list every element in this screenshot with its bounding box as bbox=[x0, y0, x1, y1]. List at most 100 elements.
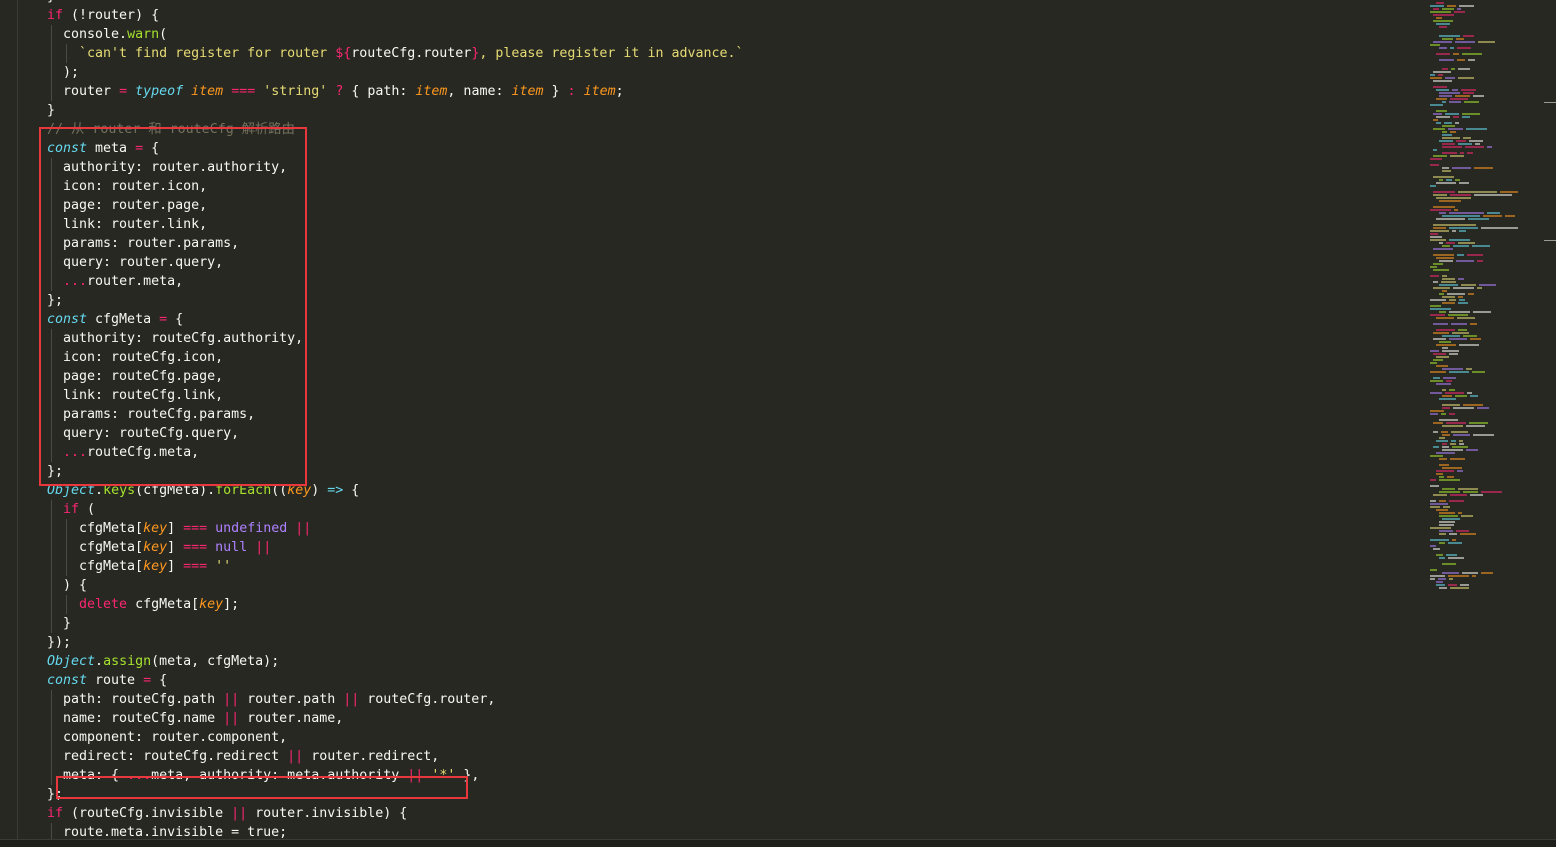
code-line[interactable]: icon: routeCfg.icon, bbox=[0, 348, 1415, 367]
minimap-stroke bbox=[1433, 359, 1443, 361]
code-line[interactable]: if ( bbox=[0, 500, 1415, 519]
code-line[interactable]: page: router.page, bbox=[0, 196, 1415, 215]
minimap-stroke bbox=[1439, 179, 1443, 181]
code-line[interactable]: params: routeCfg.params, bbox=[0, 405, 1415, 424]
minimap-stroke bbox=[1456, 140, 1466, 142]
code-token: cfgMeta[ bbox=[127, 597, 200, 612]
minimap-stroke bbox=[1436, 452, 1455, 454]
minimap-stroke bbox=[1439, 341, 1451, 343]
code-line[interactable]: cfgMeta[key] === null || bbox=[0, 538, 1415, 557]
code-token: (( bbox=[271, 483, 288, 498]
minimap-stroke bbox=[1455, 395, 1467, 397]
code-line[interactable]: meta: { ...meta, authority: meta.authori… bbox=[0, 766, 1415, 785]
code-line[interactable]: page: routeCfg.page, bbox=[0, 367, 1415, 386]
code-token: '*' bbox=[431, 768, 456, 783]
code-line[interactable]: name: routeCfg.name || router.name, bbox=[0, 709, 1415, 728]
code-token: router.name, bbox=[239, 711, 344, 726]
minimap-stroke bbox=[1436, 257, 1454, 259]
minimap-stroke bbox=[1442, 572, 1459, 574]
minimap[interactable] bbox=[1420, 0, 1544, 847]
code-token: || bbox=[407, 768, 424, 783]
code-editor[interactable]: } if (!router) { console.warn( `can't fin… bbox=[0, 0, 1556, 847]
minimap-stroke bbox=[1442, 467, 1462, 469]
code-line[interactable]: path: routeCfg.path || router.path || ro… bbox=[0, 690, 1415, 709]
code-line[interactable]: query: routeCfg.query, bbox=[0, 424, 1415, 443]
minimap-stroke bbox=[1430, 44, 1440, 46]
code-line[interactable]: redirect: routeCfg.redirect || router.re… bbox=[0, 747, 1415, 766]
minimap-stroke bbox=[1433, 86, 1447, 88]
code-token: : bbox=[567, 84, 576, 99]
minimap-stroke bbox=[1436, 329, 1455, 331]
minimap-stroke bbox=[1430, 575, 1445, 577]
code-line[interactable]: // 从 router 和 routeCfg 解析路由 bbox=[0, 120, 1415, 139]
vertical-scrollbar[interactable] bbox=[1544, 0, 1556, 840]
code-line[interactable]: delete cfgMeta[key]; bbox=[0, 595, 1415, 614]
code-line[interactable]: params: router.params, bbox=[0, 234, 1415, 253]
minimap-stroke bbox=[1474, 167, 1493, 169]
indent-guide bbox=[51, 424, 52, 443]
code-line[interactable]: if (!router) { bbox=[0, 6, 1415, 25]
code-line[interactable]: authority: router.authority, bbox=[0, 158, 1415, 177]
code-token: link: router.link, bbox=[47, 217, 208, 232]
code-line[interactable]: console.warn( bbox=[0, 25, 1415, 44]
minimap-stroke bbox=[1436, 23, 1450, 25]
code-token: === bbox=[183, 521, 208, 536]
code-token: router.meta, bbox=[87, 274, 184, 289]
minimap-stroke bbox=[1466, 368, 1472, 370]
code-line[interactable]: }); bbox=[0, 633, 1415, 652]
minimap-stroke bbox=[1452, 167, 1471, 169]
code-token: query: routeCfg.query, bbox=[47, 426, 240, 441]
minimap-stroke bbox=[1457, 8, 1461, 10]
code-line[interactable]: link: router.link, bbox=[0, 215, 1415, 234]
code-line[interactable]: `can't find register for router ${routeC… bbox=[0, 44, 1415, 63]
code-line[interactable]: ...routeCfg.meta, bbox=[0, 443, 1415, 462]
code-line[interactable]: authority: routeCfg.authority, bbox=[0, 329, 1415, 348]
code-line[interactable]: ) { bbox=[0, 576, 1415, 595]
code-line[interactable]: } bbox=[0, 614, 1415, 633]
minimap-stroke bbox=[1463, 491, 1478, 493]
minimap-stroke bbox=[1439, 500, 1446, 502]
code-token: if bbox=[47, 806, 64, 821]
code-line[interactable]: Object.assign(meta, cfgMeta); bbox=[0, 652, 1415, 671]
minimap-stroke bbox=[1430, 539, 1449, 541]
code-line[interactable]: Object.keys(cfgMeta).forEach((key) => { bbox=[0, 481, 1415, 500]
code-token: keys bbox=[103, 483, 136, 498]
code-area[interactable]: } if (!router) { console.warn( `can't fin… bbox=[0, 0, 1415, 842]
code-line[interactable]: query: router.query, bbox=[0, 253, 1415, 272]
code-line[interactable]: const route = { bbox=[0, 671, 1415, 690]
code-line[interactable]: ); bbox=[0, 63, 1415, 82]
code-line[interactable]: if (routeCfg.invisible || router.invisib… bbox=[0, 804, 1415, 823]
horizontal-scrollbar[interactable] bbox=[0, 839, 1556, 847]
code-line[interactable]: } bbox=[0, 101, 1415, 120]
code-line[interactable]: }; bbox=[0, 462, 1415, 481]
code-line[interactable]: const cfgMeta = { bbox=[0, 310, 1415, 329]
minimap-stroke bbox=[1463, 35, 1474, 37]
code-line[interactable]: cfgMeta[key] === undefined || bbox=[0, 519, 1415, 538]
code-token: (!router) { bbox=[63, 8, 160, 23]
minimap-stroke bbox=[1458, 278, 1464, 280]
code-line[interactable]: icon: router.icon, bbox=[0, 177, 1415, 196]
indent-guide bbox=[51, 234, 52, 253]
minimap-stroke bbox=[1447, 5, 1456, 7]
minimap-stroke bbox=[1462, 572, 1478, 574]
minimap-stroke bbox=[1433, 281, 1438, 283]
code-line[interactable]: }; bbox=[0, 785, 1415, 804]
code-token: ] bbox=[167, 540, 184, 555]
code-line[interactable]: router = typeof item === 'string' ? { pa… bbox=[0, 82, 1415, 101]
minimap-stroke bbox=[1469, 140, 1483, 142]
code-line[interactable]: ...router.meta, bbox=[0, 272, 1415, 291]
code-line[interactable]: cfgMeta[key] === '' bbox=[0, 557, 1415, 576]
minimap-stroke bbox=[1472, 371, 1485, 373]
minimap-stroke bbox=[1436, 110, 1447, 112]
minimap-stroke bbox=[1436, 98, 1447, 100]
code-token: link: routeCfg.link, bbox=[47, 388, 224, 403]
code-line[interactable]: }; bbox=[0, 291, 1415, 310]
code-line[interactable]: link: routeCfg.link, bbox=[0, 386, 1415, 405]
code-line[interactable]: component: router.component, bbox=[0, 728, 1415, 747]
code-token: meta, authority: meta.authority bbox=[151, 768, 408, 783]
minimap-stroke bbox=[1430, 308, 1451, 310]
code-line[interactable]: const meta = { bbox=[0, 139, 1415, 158]
code-token: item bbox=[511, 84, 544, 99]
